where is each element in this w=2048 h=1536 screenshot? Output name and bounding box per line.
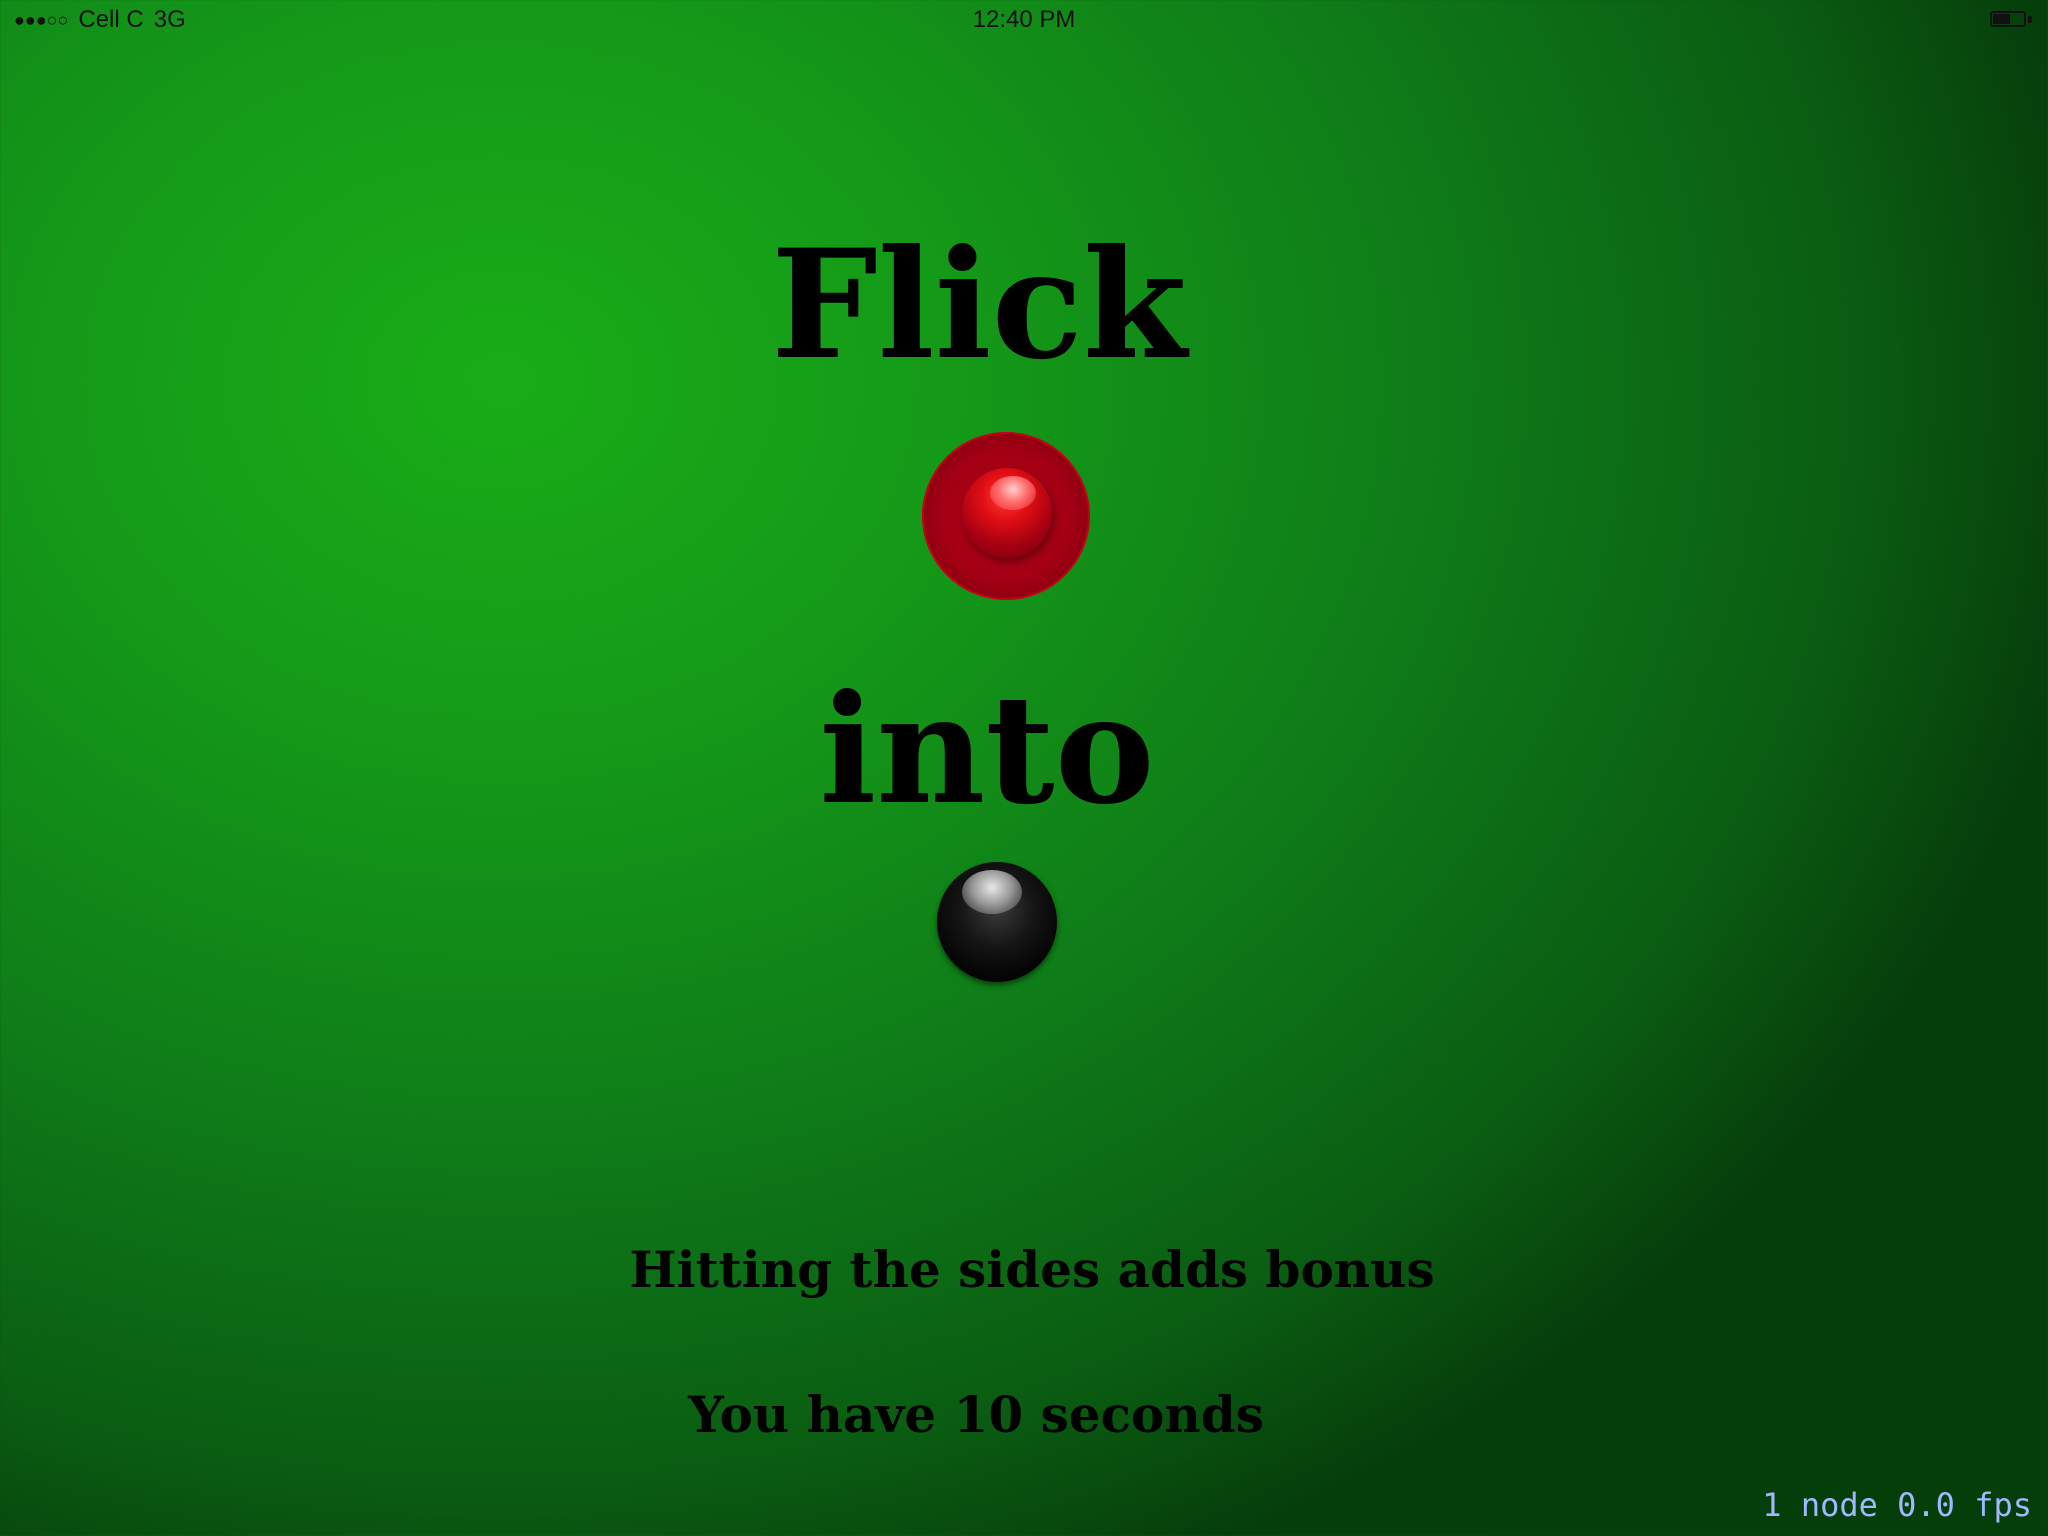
battery-level [1993, 14, 2010, 24]
status-time: 12:40 PM [972, 6, 1076, 33]
hint-bonus: Hitting the sides adds bonus [629, 1240, 1435, 1299]
debug-stats: 1 node 0.0 fps [1762, 1486, 2032, 1524]
battery-tip [2028, 16, 2032, 23]
status-bar: ●●●○○ Cell C 3G 12:40 PM [0, 0, 2048, 40]
title-into: into [819, 662, 1155, 838]
red-ball-highlight [990, 476, 1036, 510]
red-ball-icon[interactable] [922, 432, 1090, 600]
black-ball-icon [937, 862, 1057, 982]
black-ball-highlight [962, 870, 1022, 914]
battery-icon [1990, 11, 2026, 27]
title-flick: Flick [771, 217, 1187, 393]
hint-time: You have 10 seconds [688, 1385, 1264, 1444]
red-ball-core [962, 468, 1052, 558]
